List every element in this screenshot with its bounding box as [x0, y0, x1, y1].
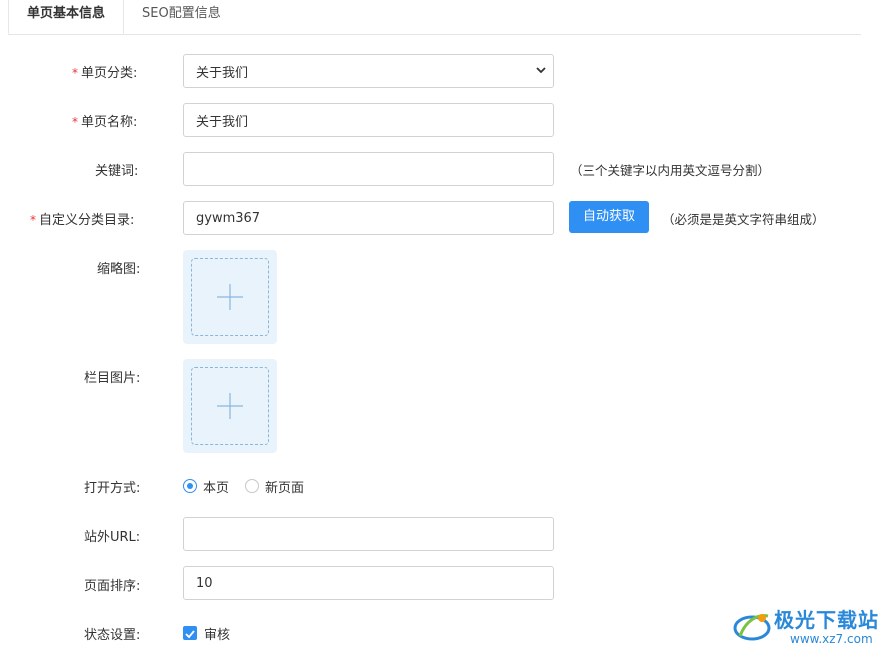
column-image-label: 栏目图片: — [84, 371, 141, 386]
watermark-text: 极光下载站 — [774, 608, 879, 632]
thumbnail-label: 缩略图: — [97, 262, 141, 277]
column-image-upload[interactable] — [183, 359, 277, 453]
category-label: * 单页分类: — [72, 62, 137, 81]
auto-fetch-button[interactable]: 自动获取 — [569, 201, 649, 233]
sort-input[interactable]: 10 — [183, 566, 554, 600]
required-mark: * — [30, 213, 36, 227]
keywords-hint: （三个关键字以内用英文逗号分割） — [570, 163, 771, 178]
plus-icon — [217, 284, 243, 310]
category-select[interactable]: 关于我们 — [183, 54, 554, 88]
category-select-value: 关于我们 — [196, 65, 249, 81]
external-url-input[interactable] — [183, 517, 554, 551]
chevron-down-icon — [536, 67, 546, 74]
watermark-url: www.xz7.com — [790, 632, 873, 646]
custom-dir-input-value: gywm367 — [196, 210, 261, 226]
tab-seo-config[interactable]: SEO配置信息 — [142, 0, 221, 34]
name-input[interactable]: 关于我们 — [183, 103, 554, 137]
sort-input-value: 10 — [196, 575, 213, 591]
custom-dir-hint: （必须是是英文字符串组成） — [662, 212, 825, 227]
radio-this-page[interactable] — [183, 479, 197, 493]
radio-new-page[interactable] — [245, 479, 259, 493]
review-checkbox[interactable] — [183, 626, 197, 640]
tab-bar: 单页基本信息 SEO配置信息 — [8, 0, 861, 35]
open-mode-label: 打开方式: — [84, 481, 141, 496]
plus-icon — [217, 393, 243, 419]
custom-dir-label-text: 自定义分类目录: — [39, 213, 135, 228]
external-url-label: 站外URL: — [84, 530, 141, 545]
custom-dir-input[interactable]: gywm367 — [183, 201, 554, 235]
tab-basic-info[interactable]: 单页基本信息 — [8, 0, 124, 34]
watermark-logo-icon — [733, 614, 771, 641]
keywords-input[interactable] — [183, 152, 554, 186]
custom-dir-label: * 自定义分类目录: — [30, 209, 134, 228]
category-label-text: 单页分类: — [81, 66, 138, 81]
sort-label: 页面排序: — [84, 579, 141, 594]
required-mark: * — [72, 66, 78, 80]
keywords-label: 关键词: — [95, 164, 139, 179]
review-checkbox-label: 审核 — [204, 628, 231, 643]
check-icon — [185, 630, 195, 639]
status-label: 状态设置: — [84, 628, 141, 643]
name-input-value: 关于我们 — [196, 114, 249, 130]
name-label-text: 单页名称: — [81, 115, 138, 130]
required-mark: * — [72, 115, 78, 129]
name-label: * 单页名称: — [72, 111, 137, 130]
radio-new-page-label: 新页面 — [265, 481, 305, 496]
radio-this-page-label: 本页 — [203, 481, 230, 496]
thumbnail-upload[interactable] — [183, 250, 277, 344]
